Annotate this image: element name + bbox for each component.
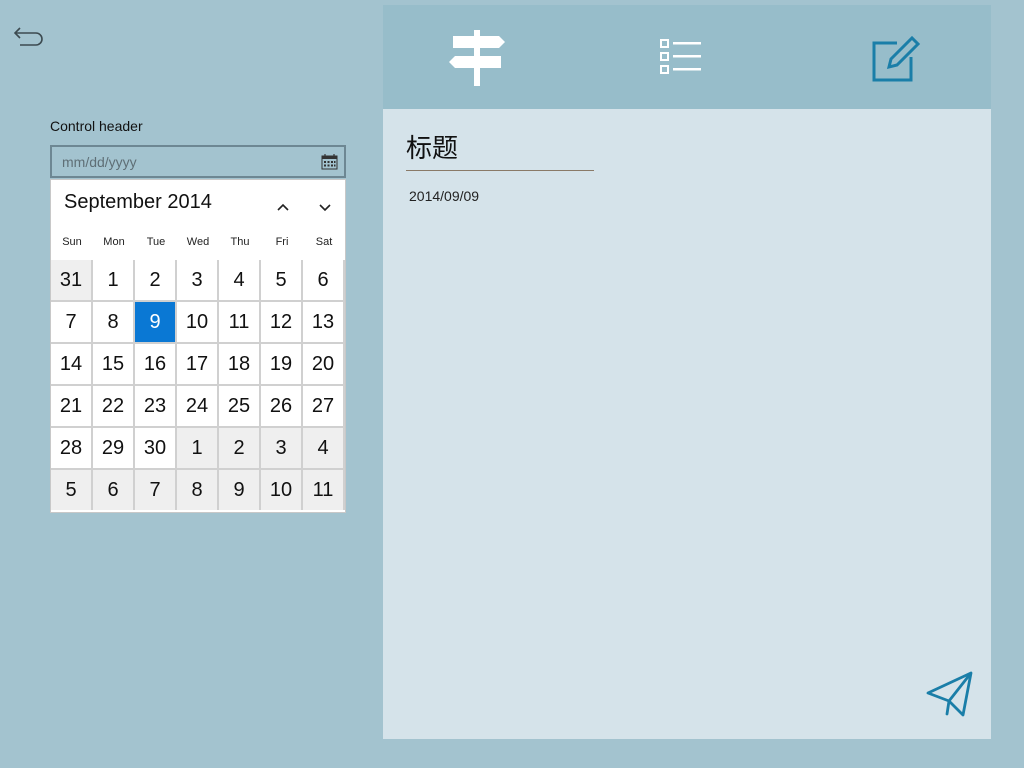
- calendar-day[interactable]: 31: [51, 260, 91, 300]
- note-panel: 标题 2014/09/09: [383, 5, 991, 739]
- calendar-day[interactable]: 11: [303, 470, 343, 510]
- calendar-day[interactable]: 6: [93, 470, 133, 510]
- calendar-day[interactable]: 4: [219, 260, 259, 300]
- calendar-day[interactable]: 1: [93, 260, 133, 300]
- calendar-day-selected[interactable]: 9: [135, 302, 175, 342]
- weekday-label: Sat: [315, 236, 333, 248]
- calendar-day[interactable]: 17: [177, 344, 217, 384]
- weekday-label: Thu: [230, 236, 250, 248]
- calendar-day[interactable]: 21: [51, 386, 91, 426]
- weekday-label: Mon: [103, 236, 125, 248]
- calendar-day[interactable]: 3: [261, 428, 301, 468]
- calendar-day[interactable]: 10: [177, 302, 217, 342]
- weekday-label: Fri: [275, 236, 289, 248]
- date-input[interactable]: [52, 147, 312, 176]
- calendar-flyout: September 2014 Sun Mon Tue Wed Thu Fri S…: [50, 179, 346, 513]
- chevron-up-icon: [277, 203, 289, 211]
- send-icon: [926, 671, 973, 717]
- calendar-day[interactable]: 14: [51, 344, 91, 384]
- calendar-day[interactable]: 3: [177, 260, 217, 300]
- calendar-day[interactable]: 7: [51, 302, 91, 342]
- list-icon: [660, 39, 701, 74]
- calendar-day[interactable]: 18: [219, 344, 259, 384]
- back-arrow-icon: [13, 27, 43, 46]
- calendar-day[interactable]: 8: [177, 470, 217, 510]
- date-picker-field[interactable]: [50, 145, 346, 178]
- calendar-day[interactable]: 27: [303, 386, 343, 426]
- calendar-day[interactable]: 7: [135, 470, 175, 510]
- note-title: 标题: [406, 133, 459, 163]
- calendar-day[interactable]: 26: [261, 386, 301, 426]
- calendar-day[interactable]: 20: [303, 344, 343, 384]
- calendar-day[interactable]: 19: [261, 344, 301, 384]
- send-button[interactable]: [925, 669, 975, 719]
- weekday-label: Sun: [62, 236, 82, 248]
- signpost-button[interactable]: [447, 30, 507, 92]
- calendar-day[interactable]: 2: [219, 428, 259, 468]
- calendar-day[interactable]: 1: [177, 428, 217, 468]
- calendar-day[interactable]: 9: [219, 470, 259, 510]
- previous-month-button[interactable]: [273, 198, 293, 216]
- calendar-day[interactable]: 24: [177, 386, 217, 426]
- chevron-down-icon: [319, 204, 331, 212]
- calendar-day[interactable]: 23: [135, 386, 175, 426]
- toolbar: [383, 5, 991, 109]
- title-field[interactable]: 标题: [406, 130, 594, 171]
- weekday-label: Wed: [186, 236, 210, 248]
- calendar-icon[interactable]: [321, 153, 338, 170]
- edit-button[interactable]: [869, 33, 929, 95]
- weekday-header-row: Sun Mon Tue Wed Thu Fri Sat: [51, 236, 345, 252]
- calendar-day[interactable]: 30: [135, 428, 175, 468]
- calendar-month-label[interactable]: September 2014: [64, 191, 212, 214]
- calendar-day[interactable]: 5: [261, 260, 301, 300]
- back-button[interactable]: [12, 22, 46, 48]
- calendar-header: September 2014: [51, 180, 345, 228]
- note-date: 2014/09/09: [409, 188, 480, 204]
- weekday-label: Tue: [146, 236, 166, 248]
- control-header-label: Control header: [50, 118, 143, 134]
- calendar-day[interactable]: 22: [93, 386, 133, 426]
- calendar-day[interactable]: 28: [51, 428, 91, 468]
- calendar-day[interactable]: 25: [219, 386, 259, 426]
- list-button[interactable]: [659, 37, 719, 99]
- calendar-day[interactable]: 11: [219, 302, 259, 342]
- calendar-day[interactable]: 29: [93, 428, 133, 468]
- calendar-day-grid: 31 1 2 3 4 5 6 7 8 9 10 11 12 13 14 15 16 17 18 19 20 21 22 23 2…: [51, 260, 345, 510]
- calendar-day[interactable]: 16: [135, 344, 175, 384]
- calendar-day[interactable]: 12: [261, 302, 301, 342]
- signpost-icon: [449, 30, 505, 86]
- calendar-day[interactable]: 2: [135, 260, 175, 300]
- calendar-day[interactable]: 6: [303, 260, 343, 300]
- next-month-button[interactable]: [315, 198, 335, 216]
- calendar-day[interactable]: 13: [303, 302, 343, 342]
- calendar-day[interactable]: 8: [93, 302, 133, 342]
- calendar-day[interactable]: 15: [93, 344, 133, 384]
- edit-icon: [872, 35, 921, 82]
- calendar-day[interactable]: 4: [303, 428, 343, 468]
- calendar-day[interactable]: 5: [51, 470, 91, 510]
- calendar-day[interactable]: 10: [261, 470, 301, 510]
